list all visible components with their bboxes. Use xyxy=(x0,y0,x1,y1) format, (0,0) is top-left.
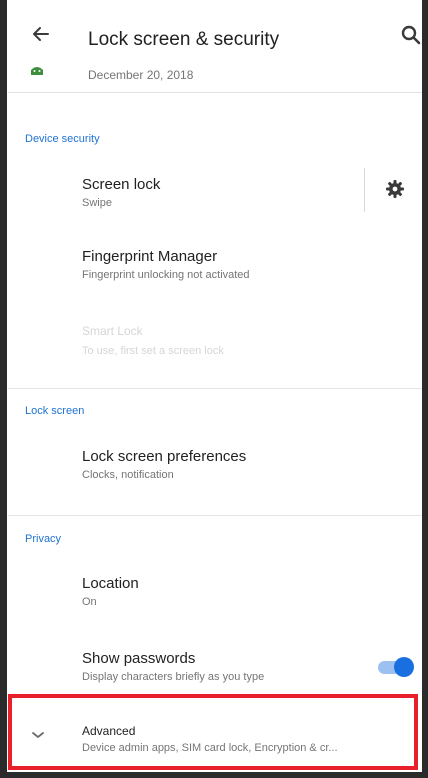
show-passwords-subtitle: Display characters briefly as you type xyxy=(82,671,265,683)
smart-lock-title: Smart Lock xyxy=(82,324,143,338)
lock-prefs-title: Lock screen preferences xyxy=(82,448,247,465)
screen-edge-right xyxy=(422,0,428,778)
partial-item-text: December 20, 2018 xyxy=(88,68,194,82)
screen-edge-left xyxy=(0,0,7,778)
arrow-back-icon[interactable] xyxy=(30,23,52,45)
section-divider xyxy=(8,515,422,516)
page-title: Lock screen & security xyxy=(88,29,280,50)
lock-prefs-subtitle: Clocks, notification xyxy=(82,469,174,481)
show-passwords-toggle[interactable] xyxy=(376,656,414,678)
fingerprint-manager-item[interactable]: Fingerprint Manager Fingerprint unlockin… xyxy=(8,240,422,288)
section-header-device-security: Device security xyxy=(25,133,100,145)
fingerprint-title: Fingerprint Manager xyxy=(82,248,218,265)
smart-lock-item: Smart Lock To use, first set a screen lo… xyxy=(8,316,422,364)
android-icon xyxy=(31,67,43,75)
screen-lock-subtitle: Swipe xyxy=(82,197,112,209)
partial-list-item[interactable]: December 20, 2018 xyxy=(8,58,422,93)
highlight-box xyxy=(8,694,418,770)
settings-screen: Lock screen & security December 20, 2018… xyxy=(2,0,426,778)
fingerprint-subtitle: Fingerprint unlocking not activated xyxy=(82,269,250,281)
vertical-divider xyxy=(364,168,365,212)
search-icon[interactable] xyxy=(400,24,422,46)
gear-icon[interactable] xyxy=(385,179,405,199)
screen-lock-title: Screen lock xyxy=(82,176,161,193)
location-title: Location xyxy=(82,575,139,592)
screen-lock-item[interactable]: Screen lock Swipe xyxy=(8,166,422,218)
section-header-privacy: Privacy xyxy=(25,533,62,545)
toggle-knob xyxy=(394,657,414,677)
location-item[interactable]: Location On xyxy=(8,567,422,615)
lock-screen-preferences-item[interactable]: Lock screen preferences Clocks, notifica… xyxy=(8,440,422,488)
location-subtitle: On xyxy=(82,596,97,608)
show-passwords-item[interactable]: Show passwords Display characters briefl… xyxy=(8,642,422,690)
section-header-lock-screen: Lock screen xyxy=(25,405,85,417)
screen-edge-bottom xyxy=(0,772,428,778)
app-bar: Lock screen & security xyxy=(8,0,422,58)
smart-lock-subtitle: To use, first set a screen lock xyxy=(82,345,224,357)
section-divider xyxy=(8,388,422,389)
show-passwords-title: Show passwords xyxy=(82,650,196,667)
